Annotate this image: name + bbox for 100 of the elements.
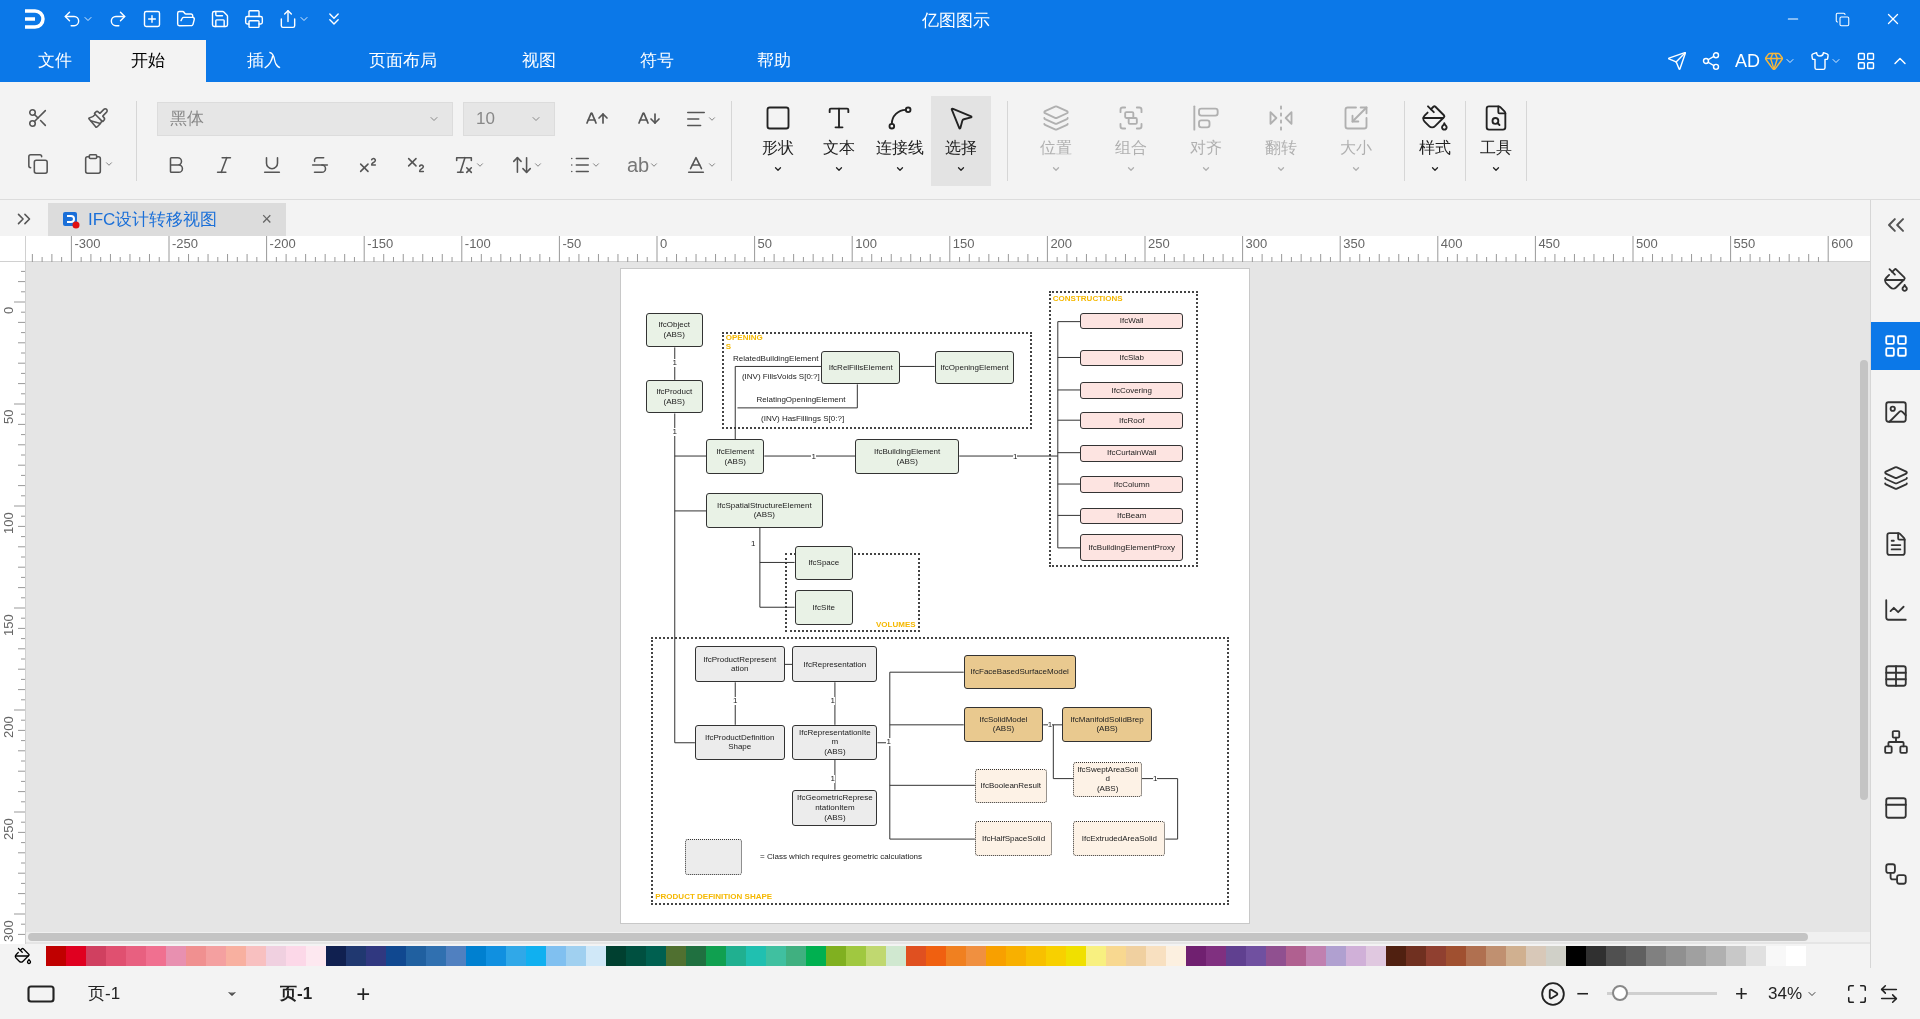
ruler-label: 450 — [1538, 237, 1561, 250]
ruler-label: 200 — [1050, 237, 1073, 250]
class-node[interactable]: IfcOpeningElement — [934, 350, 1015, 385]
multiplicity-label: 1 — [830, 696, 835, 705]
class-node[interactable]: IfcExtrudedAreaSolid — [1073, 821, 1166, 856]
class-node[interactable]: IfcColumn — [1080, 476, 1184, 493]
menu-tab[interactable]: 插入 — [206, 40, 322, 82]
ruler-label: 0 — [2, 306, 15, 314]
multiplicity-label: 1 — [672, 358, 677, 367]
class-node[interactable]: IfcWall — [1080, 312, 1184, 330]
class-node[interactable]: IfcBeam — [1080, 507, 1184, 525]
group-label: PRODUCT DEFINITION SHAPE — [654, 891, 774, 904]
multiplicity-label: 1 — [830, 775, 835, 784]
class-node[interactable]: IfcGeometricReprese ntationItem (ABS) — [792, 789, 878, 826]
class-node[interactable]: IfcBuildingElement (ABS) — [855, 439, 960, 474]
ruler-label: 100 — [855, 237, 877, 250]
text-effect-button[interactable]: ab — [627, 149, 650, 180]
ruler-label: 350 — [1343, 237, 1365, 250]
class-node[interactable]: IfcSlab — [1080, 349, 1184, 367]
menu-tab[interactable]: 开始 — [90, 40, 206, 82]
menu-tab[interactable]: 页面布局 — [322, 40, 484, 82]
account-name[interactable]: AD — [1735, 47, 1760, 75]
menu-tab[interactable]: 符号 — [594, 40, 720, 82]
class-node[interactable]: IfcBooleanResult — [974, 768, 1047, 804]
menu-tab[interactable]: 视图 — [484, 40, 594, 82]
ruler-label: -150 — [367, 237, 394, 250]
ruler-label: -250 — [172, 237, 199, 250]
class-node[interactable]: IfcElement (ABS) — [706, 439, 765, 474]
class-node[interactable]: IfcCurtainWall — [1080, 444, 1184, 462]
menu-tab[interactable]: 文件 — [20, 40, 90, 82]
multiplicity-label: 1 — [1153, 775, 1158, 784]
ruler-label: 500 — [1636, 237, 1658, 250]
legend-text: = Class which requires geometric calculations — [760, 851, 923, 863]
multiplicity-label: 1 — [1047, 721, 1053, 730]
document-tab[interactable]: IFC设计转移视图 × — [48, 203, 286, 236]
ruler-label: 250 — [1148, 237, 1170, 250]
role-label: (INV) FillsVoids S[0:?] — [741, 373, 820, 382]
add-page-button[interactable]: + — [356, 975, 371, 1012]
ruler-label: 200 — [2, 716, 15, 738]
zoom-out-button[interactable]: − — [1576, 977, 1590, 1010]
ribbon-button[interactable]: 连接线 — [870, 95, 931, 186]
group-label: CONSTRUCTIONS — [1051, 293, 1124, 306]
zoom-in-button[interactable]: + — [1735, 977, 1748, 1010]
class-node[interactable]: IfcSweptAreaSoli d (ABS) — [1073, 761, 1142, 797]
role-label: (INV) HasFillings S[0:?] — [761, 414, 845, 423]
ruler-label: 50 — [2, 409, 15, 424]
ruler-label: 150 — [2, 614, 15, 636]
class-node[interactable]: IfcManifoldSolidBrep (ABS) — [1062, 706, 1152, 742]
page-dropdown[interactable]: 页-1 — [78, 980, 238, 1007]
class-node[interactable]: IfcProduct (ABS) — [645, 379, 703, 414]
ribbon-button[interactable]: 文本 — [809, 95, 870, 186]
multiplicity-label: 1 — [886, 738, 891, 747]
ruler-label: 50 — [757, 237, 773, 250]
class-node[interactable]: IfcSpace — [794, 545, 853, 581]
multiplicity-label: 1 — [750, 540, 756, 549]
group-label: VOLUMES — [875, 621, 917, 630]
multiplicity-label: 1 — [811, 452, 816, 461]
ruler-label: 300 — [1245, 237, 1268, 250]
class-node[interactable]: IfcHalfSpaceSolid — [974, 821, 1053, 856]
class-node[interactable]: IfcCovering — [1080, 382, 1184, 399]
ruler-label: 100 — [2, 512, 15, 534]
document-title: IFC设计转移视图 — [88, 208, 219, 231]
ribbon-button[interactable]: 样式 — [1405, 95, 1466, 186]
page-tab[interactable]: 页-1 — [280, 980, 313, 1007]
role-label: RelatedBuildingElement — [733, 355, 819, 364]
ruler-label: 250 — [2, 818, 15, 840]
close-tab-button[interactable]: × — [261, 206, 272, 233]
ribbon-button[interactable]: 工具 — [1466, 95, 1527, 186]
multiplicity-label: 1 — [733, 696, 738, 705]
ribbon-button[interactable]: 形状 — [748, 95, 809, 186]
ruler-label: -200 — [269, 237, 296, 250]
class-node[interactable]: IfcRoof — [1080, 412, 1184, 430]
ruler-label: -100 — [464, 237, 491, 250]
zoom-value[interactable]: 34% — [1767, 980, 1802, 1007]
class-node[interactable]: IfcProductRepresent ation — [694, 646, 785, 683]
group-label: OPENINGS — [724, 333, 764, 352]
ruler-label: 0 — [660, 237, 668, 250]
ruler-label: 300 — [2, 920, 15, 942]
class-node[interactable]: IfcBuildingElementProxy — [1080, 534, 1184, 562]
class-node[interactable]: IfcFaceBasedSurfaceModel — [963, 655, 1076, 689]
ruler-label: -50 — [562, 237, 582, 250]
ruler-label: 600 — [1831, 237, 1853, 250]
app-title: 亿图图示 — [922, 10, 990, 32]
menu-tab[interactable]: 帮助 — [720, 40, 828, 82]
class-node[interactable]: IfcRepresentationIte m (ABS) — [792, 724, 878, 760]
ruler-label: -300 — [74, 237, 101, 250]
ruler-label: 150 — [952, 237, 975, 250]
ruler-label: 400 — [1440, 237, 1463, 250]
ruler-label: 550 — [1733, 237, 1756, 250]
class-node[interactable]: IfcSpatialStructureElement (ABS) — [706, 493, 823, 528]
class-node[interactable]: IfcRepresentation — [792, 646, 878, 683]
class-node[interactable]: IfcSite — [794, 590, 853, 626]
role-label: RelatingOpeningElement — [756, 395, 846, 404]
class-node[interactable]: IfcProductDefinition Shape — [694, 724, 785, 760]
ribbon-button[interactable]: 选择 — [931, 95, 992, 186]
class-node[interactable]: IfcObject (ABS) — [645, 312, 703, 348]
multiplicity-label: 1 — [672, 428, 677, 437]
class-node[interactable]: IfcSolidModel (ABS) — [963, 706, 1044, 742]
multiplicity-label: 1 — [1013, 452, 1018, 461]
class-node[interactable]: IfcRelFillsElement — [821, 350, 900, 385]
